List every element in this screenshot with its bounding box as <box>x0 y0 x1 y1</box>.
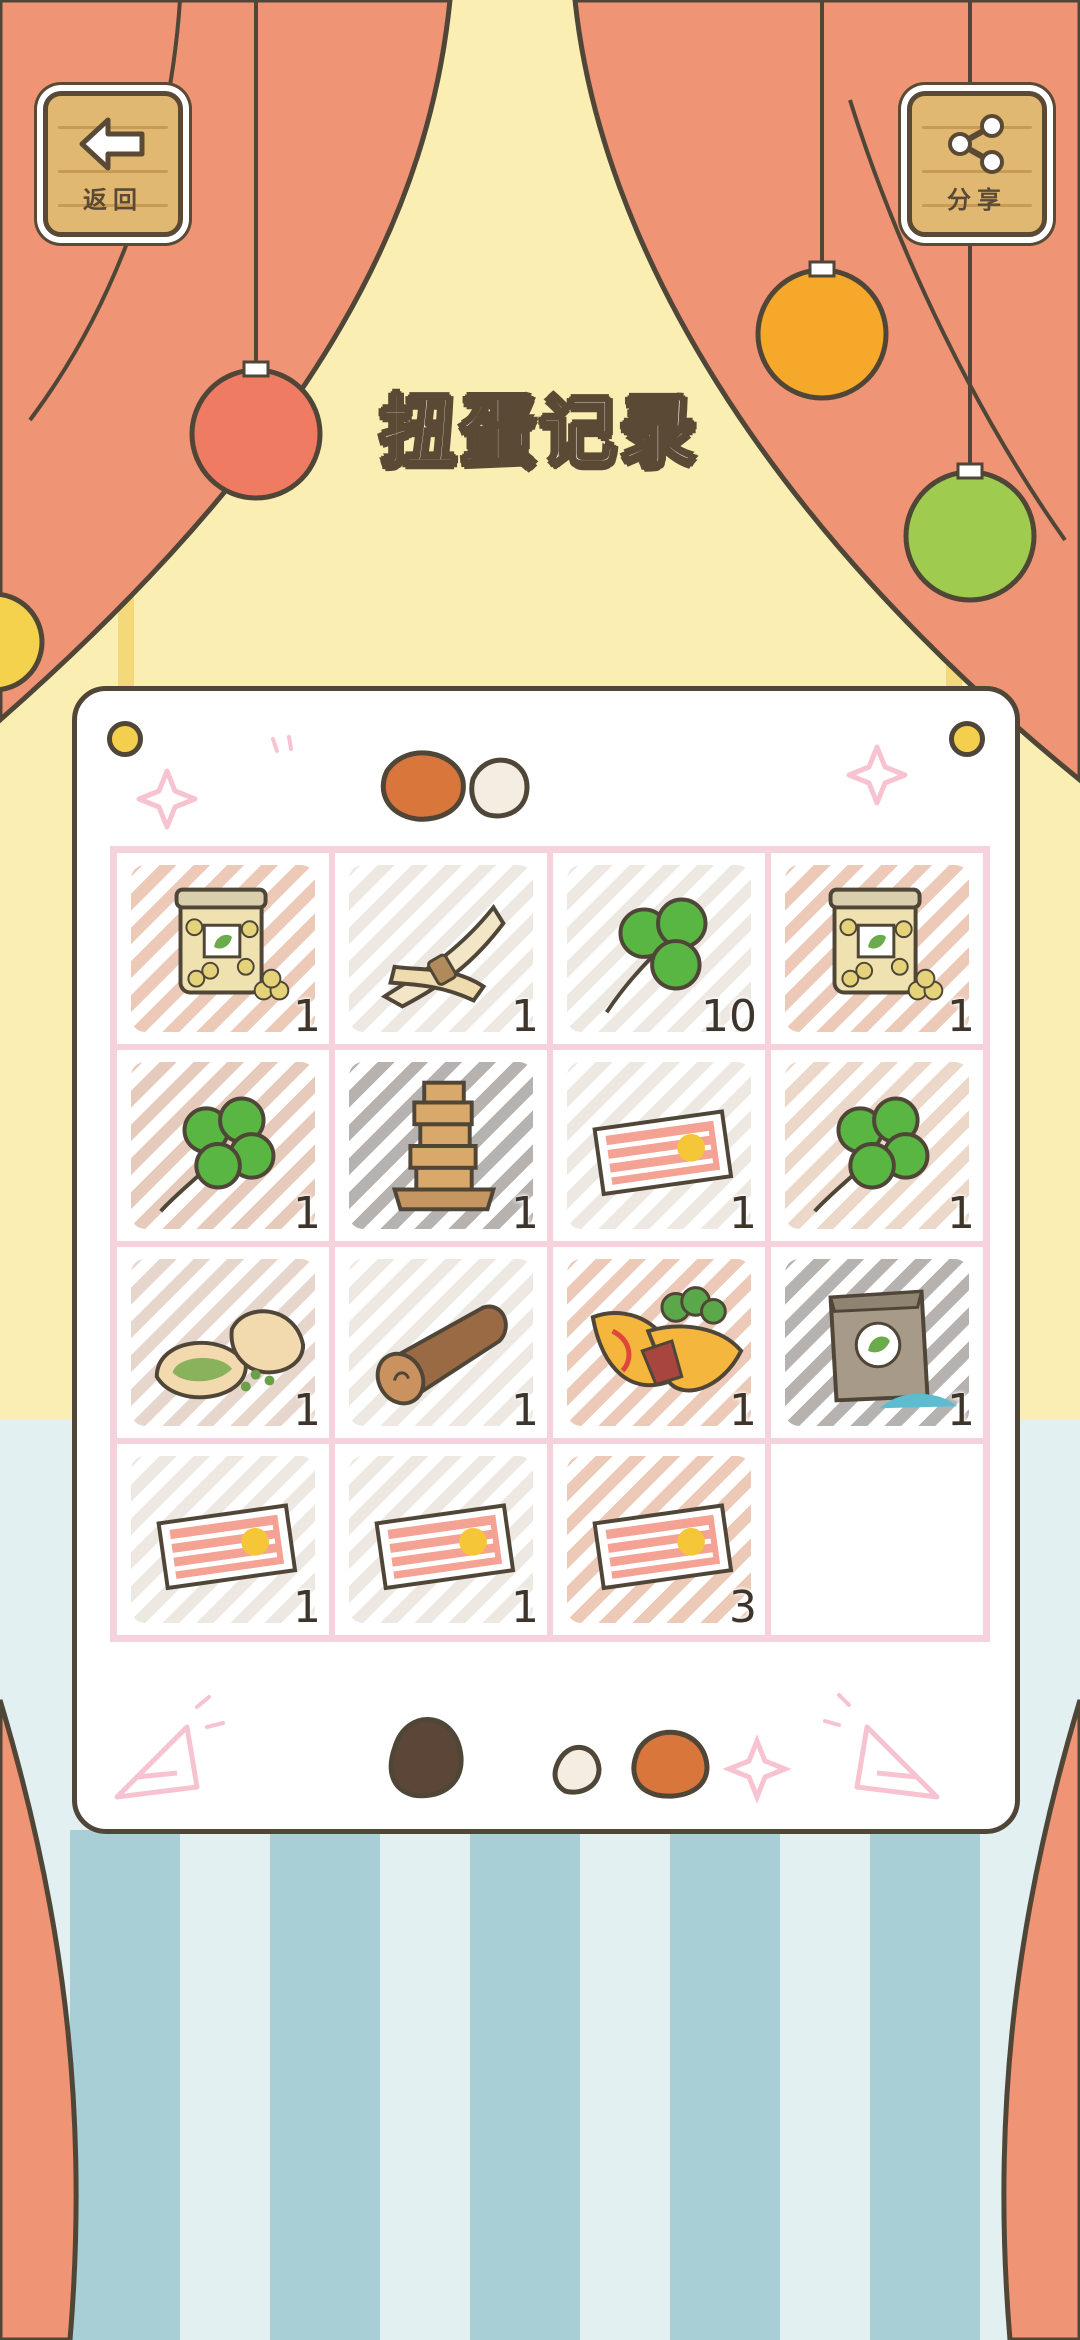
item-count: 1 <box>293 991 321 1042</box>
four-leaf-clover-icon <box>813 1096 930 1213</box>
record-slot[interactable]: 1 <box>114 1047 332 1244</box>
record-grid: 1 1 10 1 1 1 1 1 1 1 1 1 1 1 3 <box>110 846 990 1642</box>
log-icon <box>375 1304 508 1406</box>
record-slot[interactable]: 1 <box>114 1244 332 1441</box>
record-slot[interactable]: 1 <box>114 850 332 1047</box>
item-count: 1 <box>511 1188 539 1239</box>
stuffed-bun-icon <box>154 1309 306 1400</box>
dried-tofu-skin-icon <box>380 904 506 1009</box>
seed-bag-icon <box>828 1289 958 1409</box>
chestnut-icon <box>380 750 530 822</box>
record-slot[interactable]: 1 <box>768 850 986 1047</box>
record-board: 1 1 10 1 1 1 1 1 1 1 1 1 1 1 3 <box>72 686 1020 1834</box>
bean-jar-icon <box>174 887 290 1001</box>
record-slot[interactable]: 1 <box>332 1441 550 1638</box>
record-slot[interactable]: 1 <box>332 850 550 1047</box>
page-title: 扭蛋记录 <box>379 386 700 478</box>
ticket-icon <box>592 1109 734 1197</box>
share-button-label: 分享 <box>947 185 1007 214</box>
share-icon <box>948 113 1004 174</box>
chestnut-icon <box>388 1717 710 1799</box>
ticket-icon <box>156 1503 298 1591</box>
four-leaf-clover-icon <box>159 1096 276 1213</box>
record-slot[interactable]: 1 <box>332 1244 550 1441</box>
ticket-icon <box>374 1503 516 1591</box>
record-slot[interactable]: 1 <box>768 1244 986 1441</box>
record-slot[interactable]: 1 <box>768 1047 986 1244</box>
back-button[interactable]: 返回 <box>43 91 183 237</box>
wooden-tower-icon <box>391 1080 497 1212</box>
item-count: 1 <box>511 1385 539 1436</box>
party-popper-icon <box>114 1724 940 1800</box>
top-decoration <box>136 735 908 830</box>
bean-jar-icon <box>828 887 944 1001</box>
item-count: 1 <box>947 1188 975 1239</box>
empty-record-slot <box>768 1441 986 1638</box>
bottom-decoration <box>114 1693 940 1804</box>
item-count: 1 <box>511 991 539 1042</box>
gacha-record-screen: 返回 分享 扭蛋记录 1 1 10 1 1 1 1 1 1 1 1 1 1 1 … <box>0 0 1080 2340</box>
item-count: 3 <box>729 1582 757 1633</box>
back-arrow-icon <box>79 117 145 170</box>
record-slot[interactable]: 1 <box>114 1441 332 1638</box>
omelette-wrap-icon <box>590 1286 744 1393</box>
item-count: 1 <box>293 1385 321 1436</box>
item-count: 1 <box>293 1582 321 1633</box>
item-count: 1 <box>947 991 975 1042</box>
record-slot[interactable]: 1 <box>550 1047 768 1244</box>
record-slot[interactable]: 3 <box>550 1441 768 1638</box>
record-slot[interactable]: 1 <box>332 1047 550 1244</box>
item-count: 1 <box>729 1188 757 1239</box>
record-slot[interactable]: 1 <box>550 1244 768 1441</box>
item-count: 10 <box>701 991 757 1042</box>
share-button[interactable]: 分享 <box>907 91 1047 237</box>
item-count: 1 <box>947 1385 975 1436</box>
item-count: 1 <box>511 1582 539 1633</box>
record-slot[interactable]: 10 <box>550 850 768 1047</box>
ticket-icon <box>592 1503 734 1591</box>
item-count: 1 <box>729 1385 757 1436</box>
item-count: 1 <box>293 1188 321 1239</box>
back-button-label: 返回 <box>83 185 143 214</box>
